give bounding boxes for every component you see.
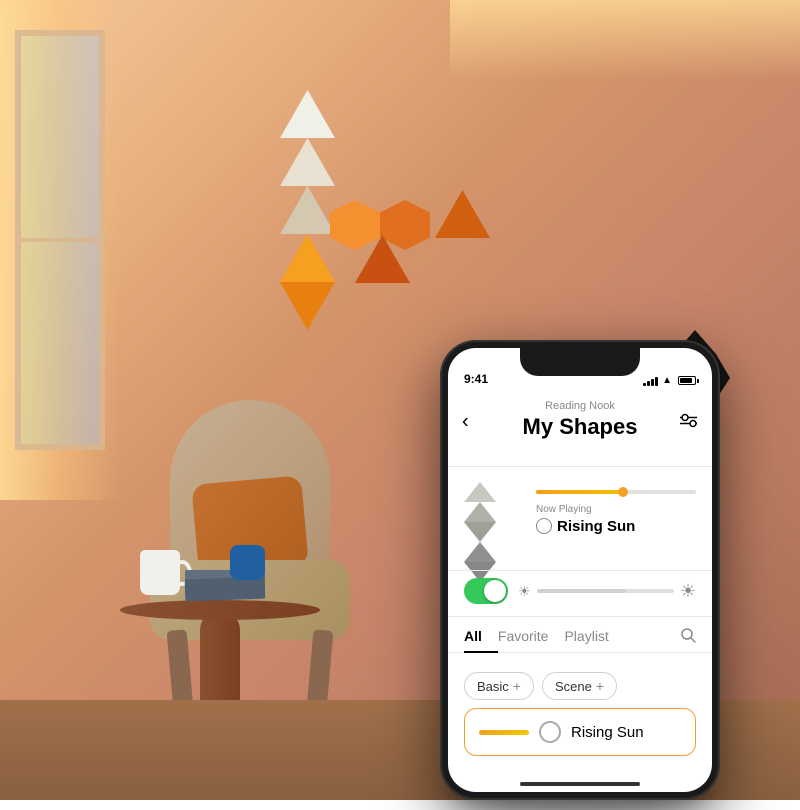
window-frame [15, 30, 105, 450]
section-divider-1 [448, 570, 712, 571]
battery-fill [680, 378, 692, 383]
header-title: My Shapes [464, 414, 696, 440]
scene-list: Rising Sun [448, 708, 712, 756]
table-top [120, 600, 320, 620]
tab-favorite[interactable]: Favorite [498, 620, 565, 652]
signal-icon [643, 376, 658, 386]
brightness-min-icon: ☀ [518, 583, 531, 600]
header-divider [448, 466, 712, 467]
category-scene[interactable]: Scene + [542, 672, 617, 700]
now-playing-info: Now Playing Rising Sun [536, 490, 696, 535]
category-basic[interactable]: Basic + [464, 672, 534, 700]
book-2 [185, 577, 266, 602]
coffee-mug [140, 550, 180, 595]
toggle-knob [484, 580, 506, 602]
app-header: ‹ Reading Nook My Shapes [448, 392, 712, 452]
status-icons: ▲ [643, 375, 696, 386]
scene-icon-small [536, 518, 552, 534]
brightness-max-icon: ☀ [680, 581, 696, 602]
add-scene-icon: + [596, 678, 604, 694]
power-toggle[interactable] [464, 578, 508, 604]
back-button[interactable]: ‹ [462, 411, 469, 434]
brightness-fill [537, 589, 626, 593]
panel-4 [280, 234, 335, 282]
progress-dot [618, 487, 628, 497]
panel-6 [330, 200, 380, 250]
notch [520, 348, 640, 376]
now-playing-label: Now Playing [536, 504, 696, 515]
brightness-slider-container: ☀ ☀ [518, 581, 696, 602]
section-divider-2 [448, 616, 712, 617]
scene-name: Rising Sun [571, 724, 644, 741]
phone-screen: 9:41 ▲ ‹ Reading Nook [448, 348, 712, 792]
panel-7 [380, 200, 430, 250]
search-button[interactable] [680, 627, 696, 646]
preview-tri-3 [464, 522, 496, 542]
panel-2 [280, 138, 335, 186]
progress-fill [536, 490, 624, 494]
now-playing-section: Now Playing Rising Sun [448, 468, 712, 556]
phone-frame: 9:41 ▲ ‹ Reading Nook [440, 340, 720, 800]
nanoleaf-panels [280, 90, 480, 290]
tab-playlist[interactable]: Playlist [564, 620, 624, 652]
tabs-section: All Favorite Playlist [448, 620, 712, 653]
nanoleaf-controller [230, 545, 265, 580]
scene-item-rising-sun[interactable]: Rising Sun [464, 708, 696, 756]
scene-color-bar [479, 730, 529, 735]
add-basic-icon: + [513, 678, 521, 694]
shape-preview [464, 482, 524, 542]
preview-tri-1 [464, 482, 496, 502]
brightness-track[interactable] [537, 589, 674, 593]
panel-1 [280, 90, 335, 138]
header-subtitle: Reading Nook [464, 400, 696, 412]
wifi-icon: ▲ [662, 375, 672, 386]
scene-icon [539, 721, 561, 743]
status-time: 9:41 [464, 372, 488, 386]
home-indicator [520, 782, 640, 786]
settings-button[interactable] [680, 414, 698, 431]
tab-all[interactable]: All [464, 620, 498, 652]
phone: 9:41 ▲ ‹ Reading Nook [440, 340, 720, 800]
preview-tri-2 [464, 502, 496, 522]
ceiling-light [450, 0, 800, 80]
now-playing-name: Rising Sun [536, 518, 696, 535]
progress-bar-container[interactable] [536, 490, 696, 494]
battery-icon [678, 376, 696, 385]
preview-tri-4 [464, 542, 496, 562]
category-section: Basic + Scene + [448, 662, 712, 710]
panel-3 [280, 186, 335, 234]
brightness-section: ☀ ☀ [448, 574, 712, 616]
